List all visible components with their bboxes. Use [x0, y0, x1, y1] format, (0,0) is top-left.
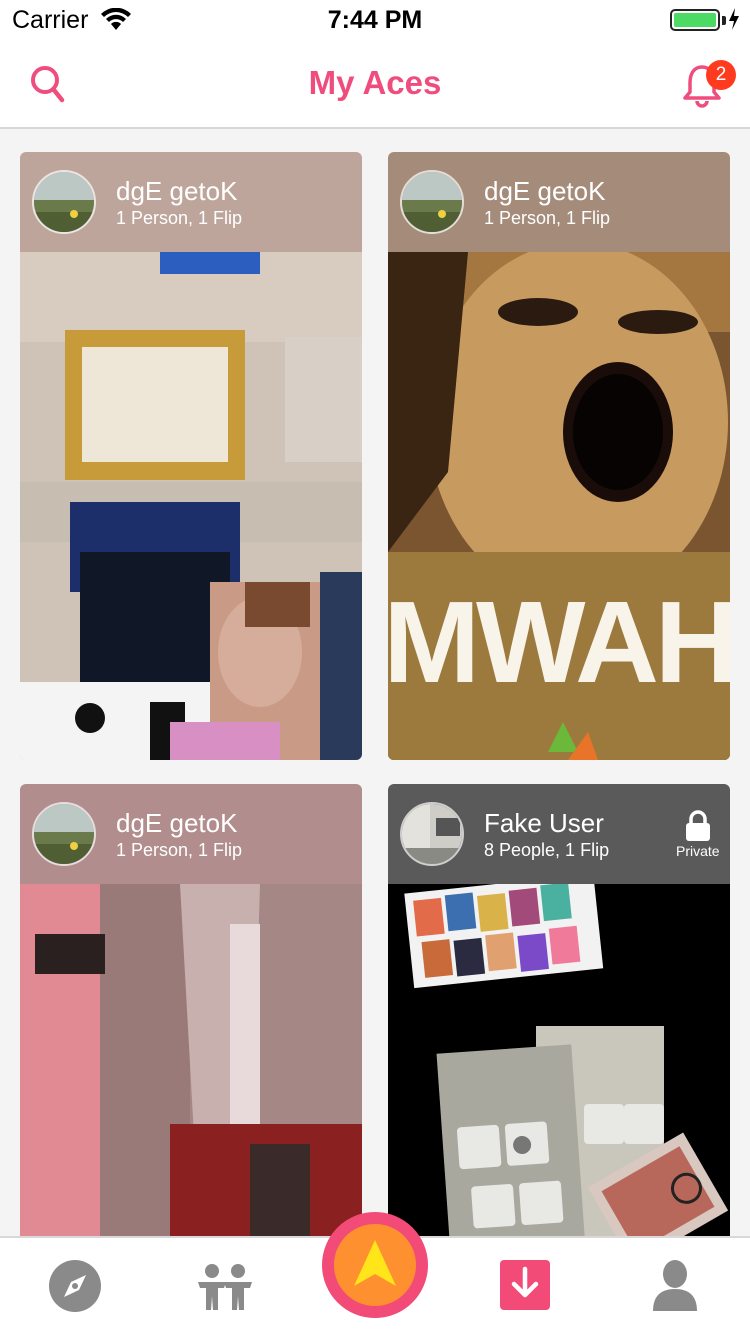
- card-subtitle: 1 Person, 1 Flip: [116, 208, 243, 228]
- ace-card[interactable]: MWAH dgE getoK 1 Person, 1 Flip: [388, 152, 730, 760]
- nav-bar: My Aces: [0, 40, 750, 129]
- page-title: My Aces: [308, 64, 442, 101]
- avatar: [32, 170, 96, 234]
- card-title: dgE getoK: [116, 176, 238, 206]
- avatar: [400, 170, 464, 234]
- profile-icon[interactable]: [652, 1259, 698, 1313]
- create-ace-inner: [334, 1224, 416, 1306]
- card-media: MWAH: [388, 252, 730, 760]
- private-label: Private: [676, 843, 720, 859]
- card-title: Fake User: [484, 808, 604, 838]
- status-time: 7:44 PM: [327, 6, 423, 34]
- arrow-up-icon: [354, 1240, 396, 1286]
- card-media-text: MWAH: [388, 577, 730, 707]
- card-title: dgE getoK: [484, 176, 606, 206]
- card-header: Fake User 8 People, 1 Flip Private: [388, 784, 730, 884]
- lock-icon: [686, 810, 710, 841]
- card-header: dgE getoK 1 Person, 1 Flip: [20, 152, 362, 252]
- avatar: [32, 802, 96, 866]
- card-subtitle: 1 Person, 1 Flip: [116, 840, 243, 860]
- create-ace-button[interactable]: [322, 1212, 428, 1318]
- notification-badge: 2: [706, 60, 736, 90]
- download-icon[interactable]: [500, 1260, 550, 1310]
- card-subtitle: 8 People, 1 Flip: [484, 840, 610, 860]
- card-title: dgE getoK: [116, 808, 238, 838]
- card-media: [20, 252, 362, 760]
- compass-icon[interactable]: [48, 1259, 102, 1313]
- status-bar: Carrier 7:44 PM: [0, 0, 750, 40]
- card-header: dgE getoK 1 Person, 1 Flip: [20, 784, 362, 884]
- ace-card[interactable]: dgE getoK 1 Person, 1 Flip: [20, 784, 362, 1244]
- people-icon[interactable]: [196, 1262, 254, 1312]
- card-media: [388, 884, 730, 1244]
- card-subtitle: 1 Person, 1 Flip: [484, 208, 611, 228]
- battery-level: [674, 13, 716, 27]
- charging-bolt-icon: [729, 8, 739, 30]
- card-media-art: MWAH: [388, 252, 730, 760]
- card-header: dgE getoK 1 Person, 1 Flip: [388, 152, 730, 252]
- ace-card[interactable]: dgE getoK 1 Person, 1 Flip: [20, 152, 362, 760]
- my-aces-screen: Carrier 7:44 PM My Aces 2 dgE getoK 1 Pe…: [0, 0, 750, 1334]
- ace-card[interactable]: Fake User 8 People, 1 Flip Private: [388, 784, 730, 1244]
- avatar: [400, 802, 464, 866]
- card-media: [20, 884, 362, 1244]
- battery-icon: [670, 9, 720, 31]
- battery-tip: [722, 16, 726, 25]
